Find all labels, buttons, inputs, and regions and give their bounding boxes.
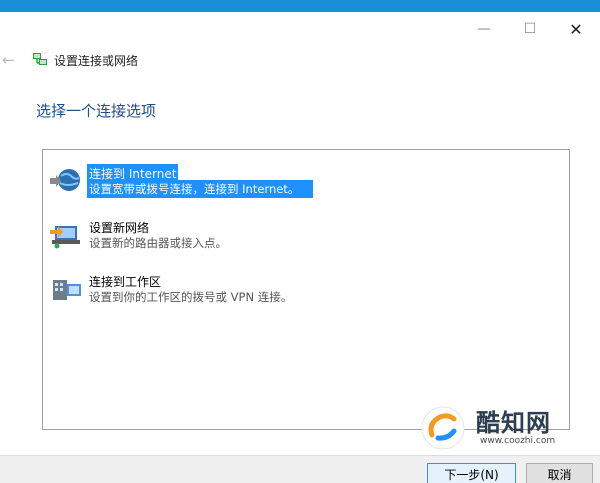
watermark-brand: 酷知网 — [476, 409, 551, 437]
watermark: 酷知网 www.coozhi.com — [418, 403, 583, 455]
globe-icon — [50, 169, 80, 191]
page-heading: 选择一个连接选项 — [36, 102, 157, 120]
option-connect-workplace[interactable]: 连接到工作区 设置到你的工作区的拨号或 VPN 连接。 — [45, 266, 569, 310]
maximize-button[interactable]: ☐ — [508, 14, 552, 44]
window-frame — [0, 0, 600, 12]
option-connect-internet[interactable]: 连接到 Internet 设置宽带或拨号连接，连接到 Internet。 — [45, 158, 569, 202]
watermark-logo-icon — [421, 406, 465, 450]
watermark-url: www.coozhi.com — [480, 436, 556, 446]
cancel-button[interactable]: 取消 — [526, 463, 593, 483]
option-description: 设置宽带或拨号连接，连接到 Internet。 — [87, 180, 314, 198]
workplace-icon — [53, 280, 81, 300]
close-button[interactable]: ✕ — [554, 14, 598, 44]
option-description: 设置新的路由器或接入点。 — [89, 236, 227, 250]
minimize-button[interactable]: — — [462, 14, 506, 44]
option-description: 设置到你的工作区的拨号或 VPN 连接。 — [89, 290, 293, 304]
option-setup-new-network[interactable]: 设置新网络 设置新的路由器或接入点。 — [45, 212, 569, 256]
router-icon — [50, 226, 80, 249]
next-button[interactable]: 下一步(N) — [427, 463, 516, 483]
network-setup-icon — [33, 53, 47, 65]
window-title: 设置连接或网络 — [54, 54, 139, 68]
connection-options-list: 连接到 Internet 设置宽带或拨号连接，连接到 Internet。 设置新… — [42, 149, 570, 430]
back-arrow-icon[interactable]: ← — [2, 50, 20, 70]
